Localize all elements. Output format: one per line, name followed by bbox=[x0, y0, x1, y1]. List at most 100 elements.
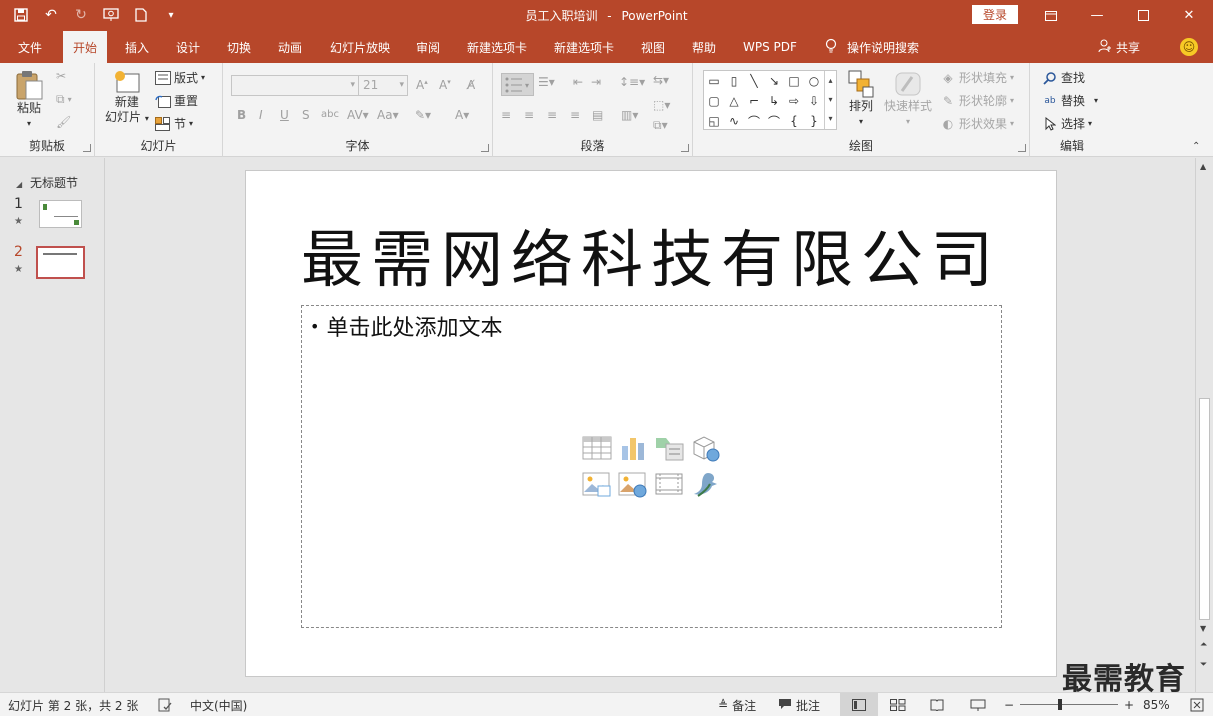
notes-button[interactable]: ≜ 备注 bbox=[718, 693, 756, 716]
elbow-connector-shape-icon[interactable]: ⌐ bbox=[746, 93, 762, 109]
section-collapse-icon[interactable]: ◢ bbox=[16, 180, 22, 189]
font-size-combobox[interactable]: 21 ▾ bbox=[358, 75, 408, 96]
change-case-icon[interactable]: Aa▾ bbox=[377, 108, 399, 122]
text-shadow-icon[interactable]: S bbox=[302, 108, 310, 122]
curve-shape-icon[interactable]: ⌒ bbox=[746, 113, 762, 129]
tab-file[interactable]: 文件 bbox=[8, 31, 52, 63]
tab-home[interactable]: 开始 bbox=[63, 31, 108, 63]
decrease-font-size-icon[interactable]: A▾ bbox=[439, 78, 451, 92]
oval-shape-icon[interactable]: ○ bbox=[806, 73, 822, 89]
paste-button[interactable]: 粘贴 ▾ bbox=[14, 69, 44, 131]
tab-new-tab-2[interactable]: 新建选项卡 bbox=[544, 31, 624, 63]
line-shape-icon[interactable]: ╲ bbox=[746, 73, 762, 89]
insert-chart-icon[interactable] bbox=[618, 434, 648, 462]
reset-button[interactable]: 重置 bbox=[155, 92, 198, 109]
line-spacing-icon[interactable]: ↕≡▾ bbox=[619, 75, 645, 89]
increase-font-size-icon[interactable]: A▴ bbox=[416, 78, 428, 92]
login-button[interactable]: 登录 bbox=[972, 5, 1018, 24]
numbering-icon[interactable]: ☰▾ bbox=[538, 75, 555, 89]
tab-new-tab-1[interactable]: 新建选项卡 bbox=[457, 31, 537, 63]
shape-outline-button[interactable]: ✎ 形状轮廓 ▾ bbox=[940, 92, 1014, 109]
replace-button[interactable]: ab 替换 ▾ bbox=[1042, 92, 1098, 109]
columns-icon[interactable]: ▥▾ bbox=[621, 108, 638, 122]
slideshow-view-icon[interactable] bbox=[970, 693, 986, 716]
arrow-line-shape-icon[interactable]: ↘ bbox=[766, 73, 782, 89]
current-slide[interactable]: 最需网络科技有限公司 • 单击此处添加文本 bbox=[245, 170, 1057, 677]
tab-animations[interactable]: 动画 bbox=[268, 31, 312, 63]
shapes-scroll[interactable]: ▴ ▾ ▾ bbox=[824, 71, 836, 129]
rounded-rect-shape-icon[interactable]: ▢ bbox=[706, 93, 722, 109]
elbow-arrow-shape-icon[interactable]: ↳ bbox=[766, 93, 782, 109]
language-status[interactable]: 中文(中国) bbox=[190, 693, 247, 716]
zoom-slider-thumb[interactable] bbox=[1058, 699, 1062, 710]
triangle-shape-icon[interactable]: △ bbox=[726, 93, 742, 109]
placeholder-text[interactable]: • 单击此处添加文本 bbox=[310, 310, 502, 342]
insert-video-icon[interactable] bbox=[654, 470, 684, 498]
italic-icon[interactable]: I bbox=[259, 108, 263, 122]
align-right-icon[interactable]: ≡ bbox=[547, 108, 557, 122]
tell-me-search[interactable]: 操作说明搜索 bbox=[825, 31, 919, 63]
content-placeholder[interactable]: • 单击此处添加文本 bbox=[301, 305, 1002, 628]
underline-icon[interactable]: U bbox=[280, 108, 289, 122]
slide-title[interactable]: 最需网络科技有限公司 bbox=[246, 209, 1056, 299]
right-arrow-shape-icon[interactable]: ⇨ bbox=[786, 93, 802, 109]
text-direction-icon[interactable]: ⇆▾ bbox=[653, 73, 669, 87]
insert-table-icon[interactable] bbox=[582, 434, 612, 462]
bold-icon[interactable]: B bbox=[237, 108, 246, 122]
cut-icon[interactable]: ✂ bbox=[56, 69, 66, 83]
font-name-combobox[interactable]: ▾ bbox=[231, 75, 359, 96]
quick-styles-button[interactable]: 快速样式 ▾ bbox=[884, 69, 932, 129]
insert-picture-icon[interactable] bbox=[582, 470, 612, 498]
textbox-shape-icon[interactable]: ▭ bbox=[706, 73, 722, 89]
convert-smartart-icon[interactable]: ⧉▾ bbox=[653, 118, 668, 133]
slide-sorter-view-icon[interactable] bbox=[890, 693, 906, 716]
clipboard-launcher-icon[interactable] bbox=[83, 144, 91, 152]
layout-button[interactable]: 版式 ▾ bbox=[155, 69, 205, 86]
callout-shape-icon[interactable]: ◱ bbox=[706, 113, 722, 129]
arc-shape-icon[interactable]: ⌒ bbox=[766, 113, 782, 129]
character-spacing-icon[interactable]: AV▾ bbox=[347, 108, 369, 122]
new-slide-button[interactable]: 新建 幻灯片 ▾ bbox=[105, 69, 149, 126]
font-color-icon[interactable]: A▾ bbox=[455, 108, 469, 122]
scroll-down-icon[interactable]: ▼ bbox=[1200, 624, 1206, 633]
spell-check-icon[interactable] bbox=[158, 693, 172, 716]
highlight-icon[interactable]: ✎▾ bbox=[415, 108, 431, 122]
collapse-ribbon-icon[interactable]: ⌃ bbox=[1192, 141, 1200, 152]
increase-indent-icon[interactable]: ⇥ bbox=[591, 75, 601, 89]
align-text-icon[interactable]: ⬚▾ bbox=[653, 98, 670, 112]
tab-help[interactable]: 帮助 bbox=[682, 31, 726, 63]
tab-review[interactable]: 审阅 bbox=[406, 31, 450, 63]
ribbon-display-options-icon[interactable] bbox=[1028, 0, 1074, 31]
zoom-slider[interactable] bbox=[1020, 704, 1118, 705]
zoom-out-icon[interactable]: − bbox=[1004, 693, 1014, 716]
shapes-gallery[interactable]: ▭ ▯ ╲ ↘ □ ○ ▢ △ ⌐ ↳ ⇨ ⇩ ◱ ∿ ⌒ ⌒ { } ▴ ▾ ▾ bbox=[703, 70, 837, 130]
right-brace-shape-icon[interactable]: } bbox=[806, 113, 822, 129]
find-button[interactable]: 查找 bbox=[1042, 69, 1085, 86]
format-painter-icon[interactable]: 🖌 bbox=[56, 115, 71, 129]
insert-online-picture-icon[interactable] bbox=[618, 470, 648, 498]
insert-3d-model-icon[interactable] bbox=[690, 434, 720, 462]
slide-thumbnail-2[interactable] bbox=[36, 246, 85, 279]
tab-slideshow[interactable]: 幻灯片放映 bbox=[320, 31, 400, 63]
shape-fill-button[interactable]: ◈ 形状填充 ▾ bbox=[940, 69, 1014, 86]
tab-transitions[interactable]: 切换 bbox=[217, 31, 261, 63]
section-header[interactable]: ◢ 无标题节 bbox=[16, 174, 78, 191]
tab-insert[interactable]: 插入 bbox=[115, 31, 159, 63]
reading-view-icon[interactable] bbox=[930, 693, 944, 716]
font-launcher-icon[interactable] bbox=[481, 144, 489, 152]
insert-smartart-icon[interactable] bbox=[654, 434, 684, 462]
insert-icons-icon[interactable] bbox=[690, 470, 720, 498]
scrollbar-thumb[interactable] bbox=[1199, 398, 1210, 620]
comments-button[interactable]: 批注 bbox=[778, 693, 820, 716]
share-button[interactable]: 共享 bbox=[1098, 31, 1140, 63]
tab-design[interactable]: 设计 bbox=[166, 31, 210, 63]
align-left-icon[interactable]: ≡ bbox=[501, 108, 511, 122]
align-center-icon[interactable]: ≡ bbox=[524, 108, 534, 122]
tab-wps-pdf[interactable]: WPS PDF bbox=[733, 31, 807, 63]
freeform-shape-icon[interactable]: ∿ bbox=[726, 113, 742, 129]
strikethrough-icon[interactable]: abc bbox=[321, 109, 339, 120]
fit-to-window-icon[interactable] bbox=[1190, 693, 1204, 716]
vertical-scrollbar[interactable]: ▲ ▼ ⏶ ⏷ bbox=[1195, 158, 1213, 692]
slide-thumbnail-1[interactable] bbox=[39, 200, 82, 228]
scroll-up-icon[interactable]: ▲ bbox=[1200, 162, 1206, 171]
